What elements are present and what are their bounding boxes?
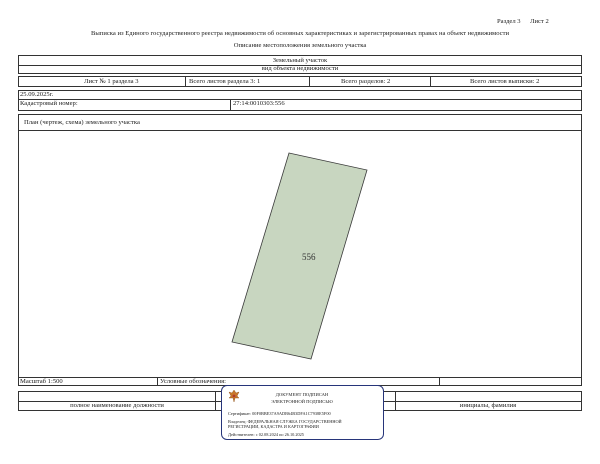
total-sections: Всего разделов: 2	[341, 78, 391, 85]
stamp-line2: ЭЛЕКТРОННОЙ ПОДПИСЬЮ	[271, 399, 333, 404]
stamp-owner: Владелец: ФЕДЕРАЛЬНАЯ СЛУЖБА ГОСУДАРСТВЕ…	[228, 419, 342, 430]
stamp-valid: Действителен: с 02.08.2024 по 26.10.2025	[228, 432, 304, 437]
object-kind: вид объекта недвижимости	[261, 65, 339, 72]
sheet-label: Лист 2	[530, 18, 549, 25]
legend-label: Условные обозначения:	[160, 378, 226, 385]
document-title: Выписка из Единого государственного реес…	[90, 30, 510, 37]
parcel-label: 556	[302, 252, 316, 262]
total-sheets-section: Всего листов раздела 3: 1	[189, 78, 261, 85]
sheet-of-section: Лист № 1 раздела 3	[84, 78, 139, 85]
sheet-info-row: Лист № 1 раздела 3 Всего листов раздела …	[18, 76, 582, 87]
cadastral-number: 27:14:0010303:556	[233, 100, 285, 107]
stamp-line1: ДОКУМЕНТ ПОДПИСАН	[275, 392, 329, 397]
plan-frame: План (чертеж, схема) земельного участка …	[18, 114, 582, 386]
parcel-polygon	[231, 152, 368, 360]
document-subtitle: Описание местоположения земельного участ…	[233, 42, 367, 49]
object-box: Земельный участок вид объекта недвижимос…	[18, 55, 582, 74]
position-label: полное наименование должности	[70, 402, 164, 409]
scale-label: Масштаб 1:500	[20, 378, 63, 385]
plan-drawing: 556	[231, 152, 368, 360]
initials-label: инициалы, фамилия	[459, 402, 517, 409]
object-name: Земельный участок	[272, 57, 328, 64]
meta-box: 25.09.2025г. Кадастровый номер: 27:14:00…	[18, 90, 582, 111]
date: 25.09.2025г.	[20, 91, 54, 98]
section-label: Раздел 3	[497, 18, 521, 25]
total-sheets-extract: Всего листов выписки: 2	[470, 78, 540, 85]
cadastral-label: Кадастровый номер:	[20, 100, 78, 107]
e-signature-stamp: ДОКУМЕНТ ПОДПИСАН ЭЛЕКТРОННОЙ ПОДПИСЬЮ С…	[221, 385, 384, 440]
stamp-certificate: Сертификат: 00F0BBE37A9ADB64B3DFA1C7938E…	[228, 411, 331, 416]
